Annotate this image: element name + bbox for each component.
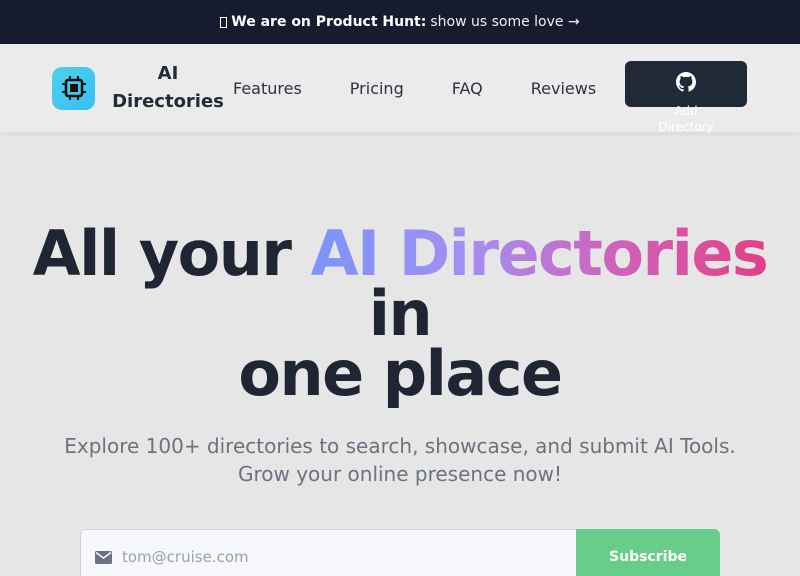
headline-prefix: All your bbox=[32, 217, 292, 290]
hero-subtitle: Explore 100+ directories to search, show… bbox=[0, 432, 800, 488]
email-field-wrapper[interactable] bbox=[80, 529, 576, 576]
add-directory-button[interactable] bbox=[625, 61, 747, 107]
chip-icon bbox=[61, 76, 86, 100]
nav-link-reviews[interactable]: Reviews bbox=[531, 79, 596, 98]
email-input[interactable] bbox=[122, 548, 522, 566]
subtitle-line-1: Explore 100+ directories to search, show… bbox=[64, 434, 736, 458]
subscribe-button[interactable]: Subscribe bbox=[576, 529, 720, 576]
top-navigation: AI Directories Features Pricing FAQ Revi… bbox=[0, 44, 800, 135]
missing-glyph-icon bbox=[220, 16, 228, 28]
hero-headline: All your AI Directories in one place bbox=[0, 223, 800, 405]
nav-link-pricing[interactable]: Pricing bbox=[350, 79, 404, 98]
hero-section: All your AI Directories in one place Exp… bbox=[0, 132, 800, 576]
nav-link-faq[interactable]: FAQ bbox=[452, 79, 483, 98]
brand-line-2: Directories bbox=[112, 91, 224, 112]
add-directory-label: Add Directory bbox=[625, 103, 747, 135]
subtitle-line-2: Grow your online presence now! bbox=[237, 462, 563, 486]
github-icon bbox=[676, 72, 696, 92]
brand-name[interactable]: AI Directories bbox=[103, 60, 233, 116]
logo[interactable] bbox=[52, 66, 95, 110]
banner-love-link[interactable]: show us some love → bbox=[430, 14, 579, 30]
announcement-banner[interactable]: We are on Product Hunt: show us some lov… bbox=[0, 0, 800, 44]
nav-menu: Features Pricing FAQ Reviews bbox=[233, 79, 596, 98]
banner-bold-text: We are on Product Hunt: bbox=[231, 14, 427, 30]
subscribe-form: Subscribe bbox=[80, 529, 720, 576]
headline-line-2: one place bbox=[238, 337, 563, 410]
add-directory-label-line-1: Add bbox=[674, 104, 698, 118]
add-directory-label-line-2: Directory bbox=[658, 120, 714, 134]
nav-link-features[interactable]: Features bbox=[233, 79, 302, 98]
envelope-icon bbox=[95, 550, 112, 564]
brand-line-1: AI bbox=[157, 63, 179, 84]
